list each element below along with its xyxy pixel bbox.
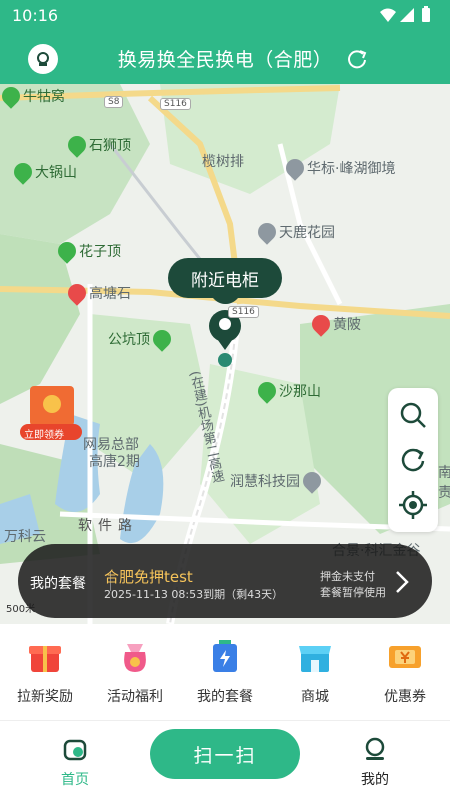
locate-icon[interactable] — [398, 490, 428, 520]
package-label: 我的套餐 — [30, 576, 86, 592]
shortcut-activity-benefits[interactable]: 活动福利 — [90, 638, 180, 706]
bottom-nav: 首页 扫一扫 我的 — [0, 720, 450, 800]
gift-icon — [29, 646, 61, 672]
nav-mine-label: 我的 — [361, 772, 389, 788]
shortcut-label: 优惠券 — [384, 689, 426, 705]
nav-home-label: 首页 — [61, 772, 89, 788]
refresh-icon[interactable] — [346, 48, 368, 70]
road-label: 软件路 — [78, 518, 138, 534]
place-label: 黄陂 — [308, 311, 361, 337]
package-expiry: 2025-11-13 08:53到期（剩43天） — [104, 588, 284, 601]
shortcut-shop[interactable]: 商城 — [270, 638, 360, 706]
coupon-icon — [389, 646, 421, 668]
place-label: 华标·峰湖御境 — [282, 155, 395, 181]
promo-label: 立即领券 — [24, 430, 64, 441]
battery-package-icon — [213, 640, 237, 672]
battery-icon — [422, 8, 430, 22]
place-label: 公坑顶 — [108, 326, 175, 352]
home-icon — [63, 739, 87, 761]
app-header: 10:16 换易换全民换电（合肥） — [0, 0, 450, 84]
place-label: 润慧科技园 — [230, 468, 325, 494]
road-shield: S116 — [228, 306, 259, 318]
deposit-status: 押金未支付 — [320, 570, 375, 583]
road-shield: S116 — [160, 98, 191, 110]
place-label: 榄树排 — [202, 154, 244, 170]
wifi-icon — [380, 8, 396, 22]
place-label: 高唐2期 — [89, 454, 140, 470]
shortcut-label: 拉新奖励 — [17, 689, 73, 705]
shortcut-coupon[interactable]: 优惠券 — [360, 638, 450, 706]
user-icon — [365, 737, 385, 760]
shortcut-my-package[interactable]: 我的套餐 — [180, 638, 270, 706]
place-label: 南 — [438, 465, 450, 481]
place-label: 大锅山 — [10, 159, 77, 185]
place-label: 沙那山 — [254, 378, 321, 404]
coupon-promo-button[interactable]: 立即领券 — [18, 384, 84, 444]
shortcut-label: 活动福利 — [107, 689, 163, 705]
nav-home[interactable]: 首页 — [48, 733, 102, 789]
scan-button[interactable]: 扫一扫 — [150, 729, 300, 779]
page-title: 换易换全民换电（合肥） — [117, 49, 333, 71]
package-status: 套餐暂停使用 — [320, 586, 386, 599]
shortcut-label: 商城 — [301, 689, 329, 705]
package-banner[interactable]: 我的套餐 合肥免押test 2025-11-13 08:53到期（剩43天） 押… — [18, 544, 432, 618]
shortcut-referral-reward[interactable]: 拉新奖励 — [0, 638, 90, 706]
signal-icon — [400, 8, 414, 22]
place-label: 万科云 — [4, 529, 46, 545]
status-icons — [380, 6, 430, 22]
map-tools — [388, 388, 438, 532]
shop-icon — [299, 646, 331, 672]
refresh-icon[interactable] — [398, 445, 428, 475]
search-icon[interactable] — [398, 400, 428, 430]
road-shield: S8 — [104, 96, 124, 108]
chevron-right-icon — [396, 571, 409, 593]
package-title: 合肥免押test — [104, 568, 193, 586]
nearby-cabinet-label[interactable]: 附近电柜 — [168, 258, 282, 298]
nav-mine[interactable]: 我的 — [348, 733, 402, 789]
map-view[interactable]: 牛牯窝 石狮顶 大锅山 榄树排 华标·峰湖御境 天鹿花园 花子顶 高塘石 黄陂 … — [0, 84, 450, 624]
money-bag-icon — [124, 644, 146, 672]
place-label: 石狮顶 — [64, 132, 131, 158]
shortcut-grid: 拉新奖励 活动福利 我的套餐 商城 优惠券 — [0, 624, 450, 720]
shortcut-label: 我的套餐 — [197, 689, 253, 705]
place-label: 高塘石 — [64, 280, 131, 306]
place-label: 天鹿花园 — [254, 219, 335, 245]
place-label: 花子顶 — [54, 238, 121, 264]
place-label: 责 — [438, 485, 450, 501]
status-time: 10:16 — [12, 6, 59, 25]
place-label: 牛牯窝 — [0, 84, 65, 109]
